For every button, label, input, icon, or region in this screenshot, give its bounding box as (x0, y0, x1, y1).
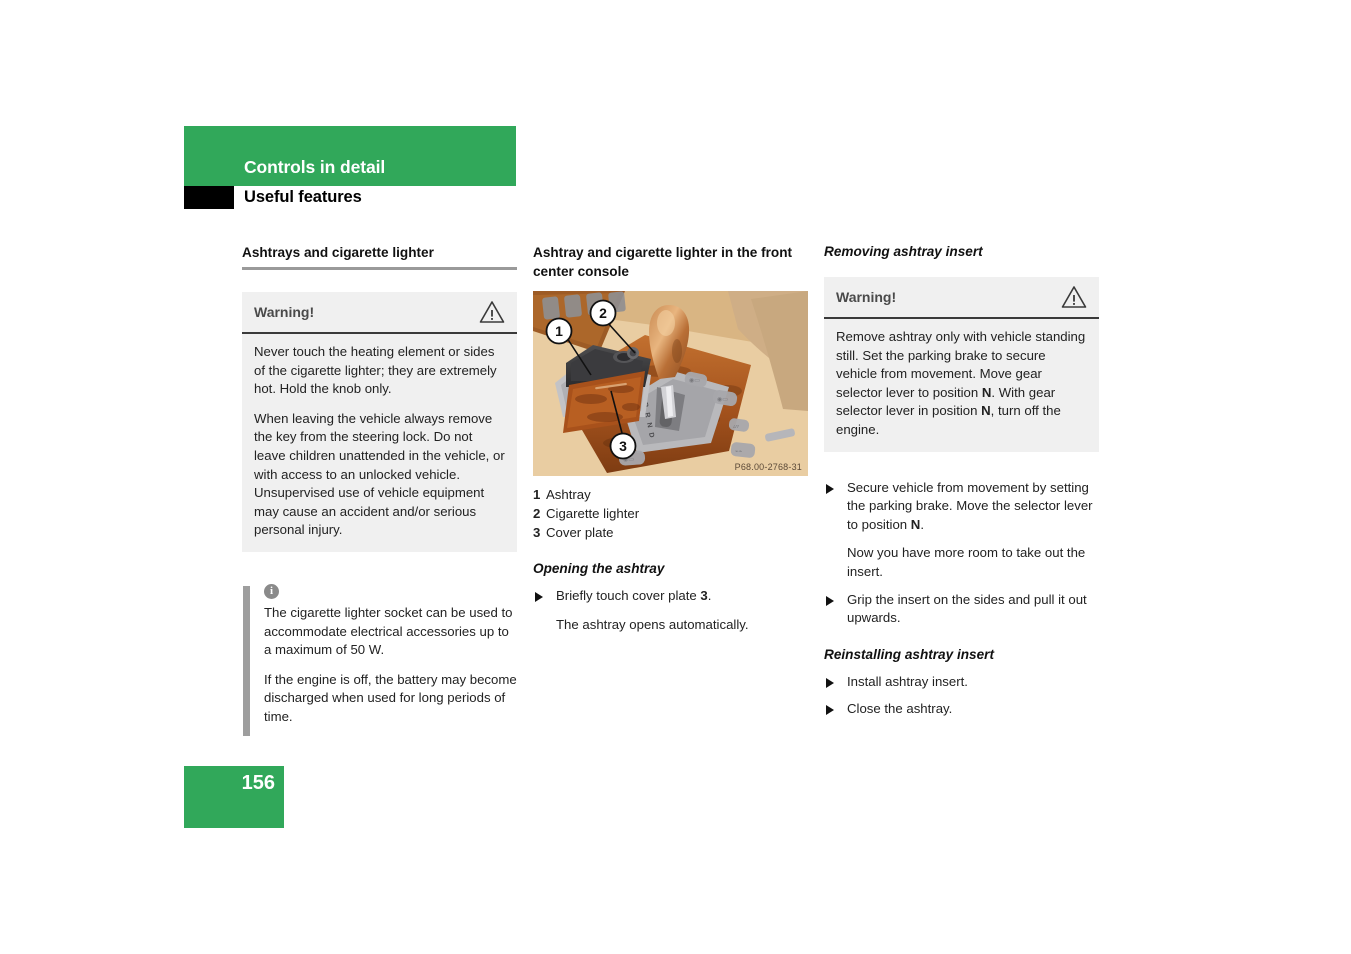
bullet-install-insert: Install ashtray insert. (824, 673, 1099, 692)
middle-column-heading: Ashtray and cigarette lighter in the fro… (533, 245, 793, 279)
svg-text:▵▿: ▵▿ (733, 424, 739, 430)
bullet-text-after: . (920, 516, 924, 532)
warning-paragraph-2: When leaving the vehicle always remove t… (254, 410, 505, 538)
right-column-heading: Removing ashtray insert (824, 244, 983, 259)
info-circle-icon: i (264, 583, 279, 599)
right-subheading-reinstalling: Reinstalling ashtray insert (824, 646, 994, 662)
warning-triangle-icon (479, 300, 505, 324)
warning-body: Never touch the heating element or sides… (242, 334, 517, 552)
warning-paragraph-1: Never touch the heating element or sides… (254, 344, 497, 397)
figure-code: P68.00-2768-31 (734, 462, 802, 472)
left-column-heading: Ashtrays and cigarette lighter (242, 245, 434, 260)
figure-callout-1: 1 (545, 317, 573, 345)
svg-text:◉▭: ◉▭ (689, 378, 700, 384)
legend-number: 3 (533, 525, 541, 540)
followup-more-room: Now you have more room to take out the i… (847, 545, 1086, 579)
bullet-bold-ref: N (910, 516, 921, 532)
page-number: 156 (241, 772, 275, 794)
middle-column: Ashtray and cigarette lighter in the fro… (533, 243, 808, 634)
warning-box-removing-insert: Warning! Remove ashtray only with vehicl… (824, 277, 1099, 452)
info-paragraph-1: The cigarette lighter socket can be used… (264, 604, 513, 658)
figure-callout-2: 2 (589, 299, 617, 327)
warning-label: Warning! (254, 304, 315, 320)
warn-b2: N (981, 403, 991, 419)
chapter-header-band: Controls in detail (184, 126, 516, 186)
left-column: Ashtrays and cigarette lighter Warning! … (242, 243, 517, 736)
info-paragraph-2: If the engine is off, the battery may be… (264, 671, 517, 724)
front-center-console-illustration: P R N D (533, 291, 808, 476)
legend-label: Ashtray (546, 487, 591, 502)
svg-text:2: 2 (599, 305, 607, 321)
legend-number: 1 (533, 487, 541, 502)
bullet-grip-insert: Grip the insert on the sides and pull it… (824, 591, 1099, 628)
warning-header: Warning! (824, 277, 1099, 319)
info-note-lighter: i The cigarette lighter socket can be us… (242, 583, 517, 736)
warning-header: Warning! (242, 292, 517, 334)
bullet-text-after: . (707, 588, 712, 603)
warn-b1: N (981, 384, 992, 400)
right-column: Removing ashtray insert Warning! Remove … (824, 243, 1099, 719)
legend-item: 2 Cigarette lighter (533, 504, 808, 523)
svg-text:1: 1 (555, 323, 563, 339)
legend-label: Cover plate (546, 525, 614, 540)
legend-label: Cigarette lighter (546, 506, 640, 521)
bullet-text-before: Briefly touch cover plate (556, 588, 701, 603)
bullet-bold-ref: 3 (700, 588, 708, 603)
followup-ashtray-opens: The ashtray opens automatically. (556, 616, 749, 632)
svg-text:⌁⌁: ⌁⌁ (735, 449, 743, 455)
svg-text:◉▭: ◉▭ (717, 397, 728, 403)
chapter-title: Controls in detail (244, 157, 386, 177)
warning-box-lighter: Warning! Never touch the heating element… (242, 292, 517, 552)
legend-number: 2 (533, 506, 541, 521)
bullet-text-before: Secure vehicle from movement by setting … (847, 479, 1093, 532)
figure-callout-3: 3 (609, 432, 637, 460)
section-title: Useful features (244, 188, 362, 206)
warning-body: Remove ashtray only with vehicle standin… (824, 319, 1099, 452)
middle-subheading-opening: Opening the ashtray (533, 561, 665, 576)
warning-paragraph: Remove ashtray only with vehicle standin… (836, 328, 1087, 440)
bullet-secure-vehicle: Secure vehicle from movement by setting … (824, 479, 1099, 535)
bullet-close-ashtray: Close the ashtray. (824, 700, 1099, 719)
legend-item: 1 Ashtray (533, 485, 808, 504)
section-tab-marker (184, 186, 234, 209)
warning-label: Warning! (836, 289, 897, 305)
figure-legend: 1 Ashtray 2 Cigarette lighter 3 Cover plate (533, 485, 808, 542)
page-footer-band: 156 (184, 766, 284, 828)
svg-text:3: 3 (619, 438, 627, 454)
bullet-open-ashtray: Briefly touch cover plate 3. (533, 587, 808, 606)
legend-item: 3 Cover plate (533, 523, 808, 542)
info-note-sidebar (243, 585, 250, 736)
warning-triangle-icon (1061, 285, 1087, 309)
